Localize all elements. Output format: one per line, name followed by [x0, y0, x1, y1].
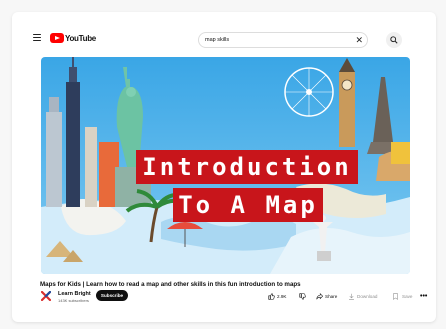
- logo-text: YouTube: [65, 33, 96, 43]
- share-icon: [316, 292, 323, 299]
- search-icon: [390, 36, 398, 44]
- youtube-page: YouTube ✕: [12, 12, 436, 322]
- channel-avatar[interactable]: [41, 291, 51, 301]
- hamburger-menu-icon[interactable]: [33, 33, 43, 42]
- youtube-play-icon: [50, 33, 64, 43]
- search-box: ✕: [198, 32, 368, 48]
- subscribe-button[interactable]: Subscribe: [96, 290, 128, 301]
- search-input[interactable]: [205, 34, 345, 46]
- share-button[interactable]: Share: [316, 291, 338, 301]
- youtube-logo[interactable]: YouTube: [50, 33, 96, 43]
- download-label: Download: [357, 293, 378, 299]
- like-count: 2.9K: [277, 293, 287, 299]
- dislike-button[interactable]: [299, 291, 306, 301]
- thumbs-up-icon: [268, 292, 275, 300]
- search-button[interactable]: [386, 32, 402, 48]
- bookmark-icon: [393, 292, 398, 300]
- video-player[interactable]: Introduction To A Map: [41, 57, 410, 274]
- subscriber-count: 143K subscribers: [58, 298, 89, 303]
- top-bar: YouTube ✕: [12, 12, 436, 52]
- video-title: Maps for Kids | Learn how to read a map …: [40, 281, 301, 288]
- thumbs-down-icon: [299, 292, 306, 300]
- download-icon: [349, 293, 354, 300]
- thumbnail-title-line-2: To A Map: [173, 188, 323, 222]
- thumbnail-title-line-1: Introduction: [136, 150, 358, 184]
- save-label: Save: [402, 293, 413, 299]
- channel-name[interactable]: Learn Bright: [58, 291, 91, 297]
- share-label: Share: [325, 293, 338, 299]
- clear-search-icon[interactable]: ✕: [355, 34, 363, 46]
- like-button[interactable]: 2.9K: [268, 291, 287, 301]
- more-actions-icon[interactable]: •••: [420, 291, 428, 301]
- download-button[interactable]: Download: [348, 291, 378, 301]
- save-button[interactable]: Save: [392, 291, 413, 301]
